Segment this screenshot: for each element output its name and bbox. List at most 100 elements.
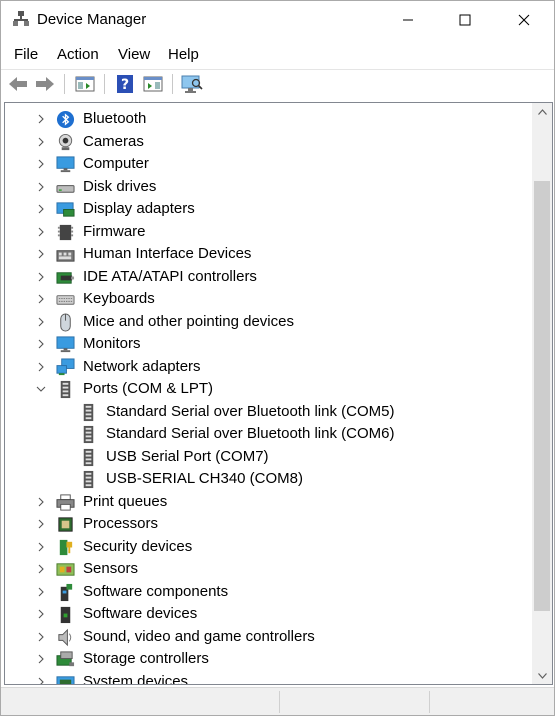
chevron-right-icon[interactable] bbox=[35, 316, 47, 328]
tree-item[interactable]: Disk drives bbox=[5, 176, 531, 198]
storage-controller-icon bbox=[56, 651, 75, 667]
bluetooth-icon bbox=[56, 110, 75, 129]
chevron-right-icon[interactable] bbox=[35, 226, 47, 238]
scan-hardware-button[interactable] bbox=[181, 73, 203, 95]
tree-item-label: Firmware bbox=[83, 222, 146, 240]
hid-icon bbox=[56, 250, 75, 262]
menu-action[interactable]: Action bbox=[57, 46, 99, 63]
tree-item-label: Disk drives bbox=[83, 177, 157, 195]
chevron-right-icon[interactable] bbox=[35, 653, 47, 665]
tree-item[interactable]: System devices bbox=[5, 671, 531, 686]
minimize-button[interactable] bbox=[385, 1, 431, 39]
chevron-right-icon[interactable] bbox=[35, 676, 47, 686]
tree-item[interactable]: Sound, video and game controllers bbox=[5, 626, 531, 648]
menu-help[interactable]: Help bbox=[168, 46, 199, 63]
software-device-icon bbox=[60, 606, 71, 624]
back-button[interactable] bbox=[7, 73, 29, 95]
tree-item[interactable]: Computer bbox=[5, 153, 531, 175]
chevron-right-icon[interactable] bbox=[35, 158, 47, 170]
tree-item-label: Storage controllers bbox=[83, 650, 209, 667]
show-hide-action-pane-button[interactable] bbox=[142, 73, 164, 95]
tree-item[interactable]: Security devices bbox=[5, 536, 531, 558]
device-tree[interactable]: Bluetooth Cameras Computer Disk drives Displ… bbox=[4, 102, 553, 685]
tree-item-label: Network adapters bbox=[83, 357, 201, 375]
chevron-right-icon[interactable] bbox=[35, 586, 47, 598]
menu-view[interactable]: View bbox=[118, 46, 150, 63]
mouse-icon bbox=[60, 312, 71, 332]
tree-item-label: Human Interface Devices bbox=[83, 245, 252, 262]
chevron-right-icon[interactable] bbox=[35, 608, 47, 620]
close-icon bbox=[518, 14, 530, 26]
tree-item[interactable]: Ports (COM & LPT) bbox=[5, 378, 531, 400]
network-adapter-icon bbox=[56, 357, 75, 375]
tree-item[interactable]: Cameras bbox=[5, 131, 531, 153]
tree-item[interactable]: Monitors bbox=[5, 333, 531, 355]
menu-file[interactable]: File bbox=[14, 46, 38, 63]
maximize-button[interactable] bbox=[442, 1, 488, 39]
chevron-right-icon[interactable] bbox=[35, 271, 47, 283]
help-button[interactable]: ? bbox=[114, 73, 136, 95]
display-adapter-icon bbox=[56, 202, 75, 217]
tree-item-label: Cameras bbox=[83, 132, 144, 150]
tree-item[interactable]: Display adapters bbox=[5, 198, 531, 220]
tree-child-item[interactable]: USB-SERIAL CH340 (COM8) bbox=[5, 468, 531, 490]
tree-child-item[interactable]: Standard Serial over Bluetooth link (COM… bbox=[5, 401, 531, 423]
chevron-right-icon[interactable] bbox=[35, 563, 47, 575]
chevron-right-icon[interactable] bbox=[35, 518, 47, 530]
tree-item[interactable]: Mice and other pointing devices bbox=[5, 311, 531, 333]
tree-item[interactable]: Sensors bbox=[5, 558, 531, 580]
tree-item[interactable]: Print queues bbox=[5, 491, 531, 513]
chevron-right-icon[interactable] bbox=[35, 203, 47, 215]
chevron-right-icon[interactable] bbox=[35, 541, 47, 553]
action-pane-icon bbox=[143, 76, 163, 92]
status-pane bbox=[279, 691, 429, 713]
minimize-icon bbox=[403, 19, 413, 21]
tree-item[interactable]: Processors bbox=[5, 513, 531, 535]
chevron-down-icon[interactable] bbox=[35, 383, 47, 395]
tree-item-label: Security devices bbox=[83, 537, 193, 555]
port-icon bbox=[83, 425, 94, 444]
tree-item[interactable]: Firmware bbox=[5, 221, 531, 243]
tree-item[interactable]: Human Interface Devices bbox=[5, 243, 531, 265]
chevron-right-icon[interactable] bbox=[35, 496, 47, 508]
tree-child-item[interactable]: USB Serial Port (COM7) bbox=[5, 446, 531, 468]
processor-icon bbox=[58, 517, 73, 532]
chevron-right-icon[interactable] bbox=[35, 631, 47, 643]
close-button[interactable] bbox=[501, 1, 547, 39]
show-hide-console-tree-button[interactable] bbox=[74, 73, 96, 95]
firmware-icon bbox=[57, 224, 74, 240]
forward-button[interactable] bbox=[34, 73, 56, 95]
tree-item[interactable]: IDE ATA/ATAPI controllers bbox=[5, 266, 531, 288]
chevron-right-icon[interactable] bbox=[35, 248, 47, 260]
tree-child-item-label: USB-SERIAL CH340 (COM8) bbox=[106, 470, 303, 487]
scroll-thumb[interactable] bbox=[534, 181, 550, 611]
tree-item-label: Processors bbox=[83, 515, 159, 532]
tree-item[interactable]: Software devices bbox=[5, 603, 531, 625]
scroll-up-button[interactable] bbox=[532, 103, 552, 120]
vertical-scrollbar[interactable] bbox=[532, 103, 552, 684]
monitor-icon bbox=[56, 336, 75, 353]
tree-child-item-label: USB Serial Port (COM7) bbox=[106, 447, 269, 465]
title-bar: Device Manager bbox=[1, 1, 554, 39]
tree-item-label: Bluetooth bbox=[83, 110, 147, 127]
tree-item[interactable]: Bluetooth bbox=[5, 108, 531, 130]
tree-item-label: IDE ATA/ATAPI controllers bbox=[83, 267, 257, 285]
tree-child-item[interactable]: Standard Serial over Bluetooth link (COM… bbox=[5, 423, 531, 445]
chevron-right-icon[interactable] bbox=[35, 338, 47, 350]
chevron-right-icon[interactable] bbox=[35, 113, 47, 125]
chevron-right-icon[interactable] bbox=[35, 136, 47, 148]
security-device-icon bbox=[59, 539, 73, 555]
window-title: Device Manager bbox=[37, 11, 147, 28]
scroll-down-button[interactable] bbox=[532, 667, 552, 684]
chevron-right-icon[interactable] bbox=[35, 293, 47, 305]
tree-item[interactable]: Network adapters bbox=[5, 356, 531, 378]
chevron-down-icon bbox=[537, 672, 547, 679]
tree-item-label: Computer bbox=[83, 155, 149, 172]
tree-item[interactable]: Software components bbox=[5, 581, 531, 603]
tree-item[interactable]: Keyboards bbox=[5, 288, 531, 310]
tree-item-label: Sensors bbox=[83, 560, 139, 577]
chevron-right-icon[interactable] bbox=[35, 181, 47, 193]
tree-child-item-label: Standard Serial over Bluetooth link (COM… bbox=[106, 425, 395, 442]
chevron-right-icon[interactable] bbox=[35, 361, 47, 373]
tree-item[interactable]: Storage controllers bbox=[5, 648, 531, 670]
